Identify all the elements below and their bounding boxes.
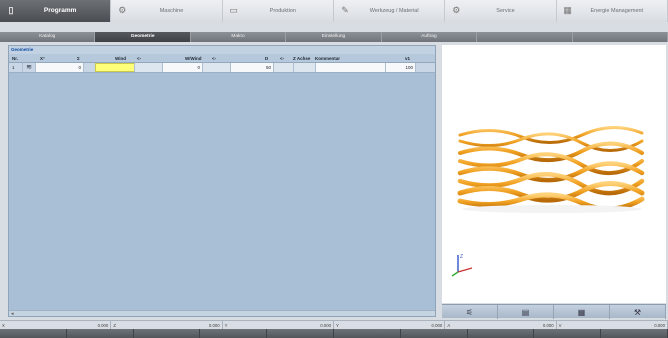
col-nr: Nr. xyxy=(12,56,19,61)
subtab-makro[interactable]: Makro xyxy=(190,32,287,42)
document-icon: ▯ xyxy=(8,5,14,15)
col-arrow-2: <- xyxy=(212,56,217,61)
tab-label: Service xyxy=(496,8,515,14)
horizontal-scrollbar[interactable]: ◂ xyxy=(9,310,435,317)
table-row[interactable]: 1 ≋ 0 0 50 100 xyxy=(9,63,435,73)
status-cell xyxy=(601,329,668,338)
status-cell xyxy=(200,329,268,338)
col-sum-icon: Σ xyxy=(77,56,80,61)
subtab-einstellung[interactable]: Einstellung xyxy=(286,32,382,42)
geometry-table: Nr. X° Σ Wind <- W/Wind <- D <- Z Achse … xyxy=(9,54,435,73)
wwind-field[interactable]: 0 xyxy=(163,63,203,72)
status-cell xyxy=(267,329,334,338)
col-wind: Wind xyxy=(115,56,126,61)
section-title: Geometrie xyxy=(9,46,435,54)
col-x: X° xyxy=(40,56,45,61)
machine-view-button[interactable]: ▤ xyxy=(498,305,554,319)
status-cell[interactable]: ◷ xyxy=(334,329,401,338)
d-field[interactable]: 50 xyxy=(231,63,274,72)
tab-service[interactable]: ⚙ Service xyxy=(445,0,557,22)
x-degree-field[interactable]: 0 xyxy=(36,63,84,72)
col-kommentar: Kommentar xyxy=(315,56,341,61)
energy-icon: ▦ xyxy=(563,5,572,15)
wwind-arrow-field[interactable] xyxy=(203,63,231,72)
kommentar-field[interactable] xyxy=(316,63,386,72)
gears-icon: ⚙ xyxy=(118,5,127,15)
service-icon: ⚙ xyxy=(452,5,461,15)
spring-view-icon: ⚟ xyxy=(465,307,474,317)
spring-view-button[interactable]: ⚟ xyxy=(442,305,498,319)
col-arrow-1: <- xyxy=(137,56,142,61)
status-cell[interactable]: ■ xyxy=(534,329,602,338)
col-d: D xyxy=(265,56,269,61)
d-arrow-field[interactable] xyxy=(274,63,294,72)
status-bar: ▮ ▤ ◷ ▲ ■ xyxy=(0,329,668,338)
subtab-auftrag[interactable]: Auftrag xyxy=(381,32,478,42)
status-cell xyxy=(468,329,535,338)
axis-coordinate-bar: X 0.000 Z 0.000 Y 0.000 Y 0.000 A 0.000 V 0.00… xyxy=(0,320,668,330)
tab-label: Programm xyxy=(43,7,77,14)
status-cell[interactable]: ▮ xyxy=(0,329,67,338)
grid-view-icon: ▦ xyxy=(577,307,586,317)
tool-view-icon: ⚒ xyxy=(633,307,642,317)
wave-spring-graphic xyxy=(457,126,645,213)
view-toolbar: ⚟ ▤ ▦ ⚒ xyxy=(442,304,666,319)
status-cell[interactable]: ▤ xyxy=(134,329,201,338)
subtab-geometrie[interactable]: Geometrie xyxy=(95,32,191,42)
scroll-left-icon[interactable]: ◂ xyxy=(11,311,14,317)
wind-field[interactable] xyxy=(95,63,135,72)
tab-energie-management[interactable]: ▦ Energie Management xyxy=(556,0,668,22)
tab-label: Maschine xyxy=(159,8,184,14)
subtab-katalog[interactable]: Katalog xyxy=(0,32,96,42)
tab-label: Produktion xyxy=(269,8,296,14)
wind-arrow-field[interactable] xyxy=(135,63,163,72)
axis-indicator-icon: Z xyxy=(451,254,473,277)
col-v1: v1 xyxy=(405,56,411,61)
wrench-icon: ✎ xyxy=(341,5,349,15)
tab-programm[interactable]: ▯ Programm xyxy=(0,0,112,22)
tab-produktion[interactable]: ▭ Produktion xyxy=(222,0,334,22)
z-achse-field[interactable] xyxy=(294,63,316,72)
app-window: ▯ Programm ⚙ Maschine ▭ Produktion ✎ Wer… xyxy=(0,0,668,338)
sub-tab-bar: Katalog Geometrie Makro Einstellung Auft… xyxy=(0,32,668,42)
grid-view-button[interactable]: ▦ xyxy=(554,305,610,319)
status-cell[interactable]: ▲ xyxy=(401,329,468,338)
subtab-empty-1 xyxy=(477,32,573,42)
col-wwind: W/Wind xyxy=(185,56,202,61)
main-tab-bar: ▯ Programm ⚙ Maschine ▭ Produktion ✎ Wer… xyxy=(0,0,668,22)
tab-label: Energie Management xyxy=(590,8,644,14)
svg-text:Z: Z xyxy=(460,254,463,260)
machine-view-icon: ▤ xyxy=(521,307,530,317)
table-header-row: Nr. X° Σ Wind <- W/Wind <- D <- Z Achse … xyxy=(9,54,435,63)
tool-view-button[interactable]: ⚒ xyxy=(610,305,666,319)
v1-field[interactable]: 100 xyxy=(386,63,416,72)
spring-3d-view[interactable]: Z xyxy=(442,45,666,303)
spring-row-icon: ≋ xyxy=(23,63,36,72)
tab-werkzeug-material[interactable]: ✎ Werkzeug / Material xyxy=(333,0,446,22)
col-z-achse: Z Achse xyxy=(293,56,311,61)
row-number: 1 xyxy=(9,63,23,72)
geometry-panel: Geometrie Nr. X° Σ Wind <- W/Wind <- D <… xyxy=(8,45,436,317)
tab-label: Werkzeug / Material xyxy=(369,8,419,14)
tab-maschine[interactable]: ⚙ Maschine xyxy=(111,0,223,22)
subtab-empty-2 xyxy=(572,32,668,42)
production-icon: ▭ xyxy=(229,5,238,15)
status-cell xyxy=(67,329,134,338)
col-arrow-3: <- xyxy=(280,56,285,61)
